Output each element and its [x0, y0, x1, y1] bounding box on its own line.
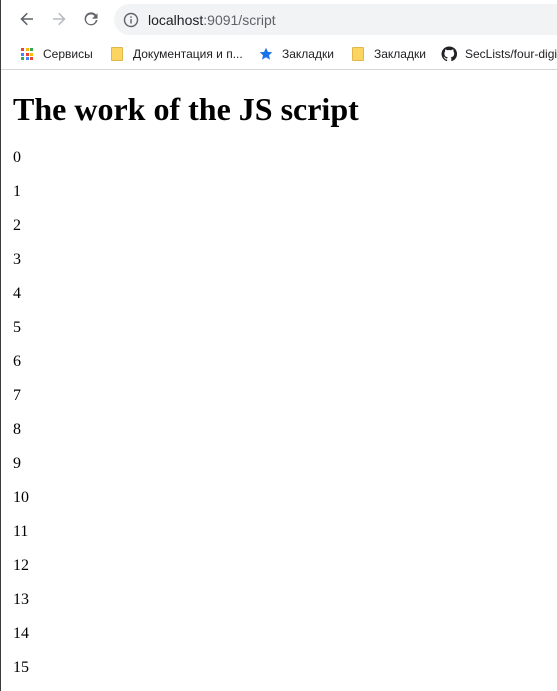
forward-button[interactable]: [46, 6, 72, 32]
number-line: 8: [13, 421, 21, 438]
info-icon[interactable]: [123, 12, 139, 28]
number-line: 12: [13, 557, 29, 574]
url-path: :9091/script: [203, 11, 276, 28]
number-line: 3: [13, 251, 21, 268]
browser-toolbar: localhost:9091/script: [1, 0, 557, 38]
bookmark-star[interactable]: Закладки: [258, 44, 334, 64]
number-line: 0: [13, 149, 21, 166]
bookmark-apps[interactable]: Сервисы: [19, 44, 93, 64]
page-heading: The work of the JS script: [13, 91, 359, 127]
number-line: 5: [13, 319, 21, 336]
bookmark-label: Закладки: [282, 47, 334, 61]
number-line: 1: [13, 183, 21, 200]
reload-icon: [84, 12, 98, 26]
folder-icon: [350, 46, 366, 62]
github-icon: [441, 46, 457, 62]
bookmarks-bar: Сервисы Документация и п... Закладки Зак…: [1, 38, 557, 70]
number-list: 0 1 2 3 4 5 6 7 8 9 10 11 12 13 14 15: [13, 149, 557, 677]
url-host: localhost: [148, 11, 204, 28]
number-line: 6: [13, 353, 21, 370]
bookmark-folder[interactable]: Закладки: [350, 44, 426, 64]
number-line: 13: [13, 591, 29, 608]
number-line: 11: [13, 523, 29, 540]
url-text: localhost:9091/script: [148, 12, 276, 28]
page-content: The work of the JS script 0 1 2 3 4 5 6 7 8 9 10 11…: [1, 90, 557, 677]
arrow-right-icon: [53, 12, 66, 26]
bookmark-label: Закладки: [374, 47, 426, 61]
number-line: 10: [13, 489, 29, 506]
number-line: 2: [13, 217, 21, 234]
bookmark-label: Сервисы: [43, 47, 93, 61]
bookmark-github[interactable]: SecLists/four-digi: [441, 44, 557, 64]
bookmark-docs-folder[interactable]: Документация и п...: [109, 44, 243, 64]
number-line: 4: [13, 285, 21, 302]
back-button[interactable]: [14, 6, 40, 32]
number-line: 9: [13, 455, 21, 472]
address-bar[interactable]: localhost:9091/script: [114, 4, 557, 35]
folder-icon: [109, 46, 125, 62]
arrow-left-icon: [20, 12, 33, 26]
bookmark-label: Документация и п...: [133, 47, 243, 61]
apps-grid-icon: [19, 46, 35, 62]
number-line: 15: [13, 659, 29, 676]
number-line: 7: [13, 387, 21, 404]
browser-window: localhost:9091/script Сервисы Документац…: [0, 0, 557, 691]
number-line: 14: [13, 625, 29, 642]
bookmark-label: SecLists/four-digi: [465, 47, 557, 61]
reload-button[interactable]: [78, 6, 104, 32]
star-icon: [258, 46, 274, 62]
